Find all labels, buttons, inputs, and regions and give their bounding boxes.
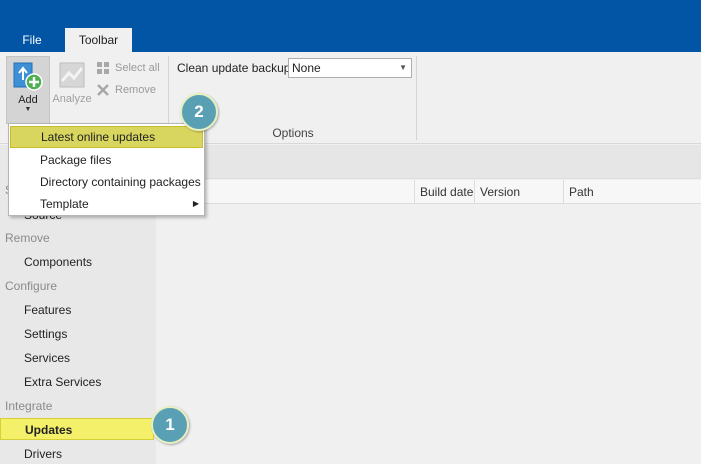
sidebar-item-features[interactable]: Features [0, 299, 156, 321]
table-header: queue Build date Version Path [156, 180, 701, 204]
column-header-build-date[interactable]: Build date [415, 180, 475, 204]
sidebar-section-configure: Configure [5, 279, 58, 293]
chevron-down-icon: ▼ [24, 106, 32, 113]
select-all-label: Select all [115, 62, 160, 74]
menu-item-directory-containing-packages[interactable]: Directory containing packages [10, 171, 203, 193]
x-icon [96, 83, 110, 97]
column-header-version[interactable]: Version [475, 180, 564, 204]
sidebar-item-extra-services[interactable]: Extra Services [0, 371, 156, 393]
tab-file[interactable]: File [10, 28, 54, 52]
column-header-path[interactable]: Path [564, 180, 701, 204]
update-list[interactable] [156, 205, 701, 464]
main-toolbar-strip [156, 145, 701, 179]
clean-update-backup-label: Clean update backup [177, 61, 291, 75]
clean-update-backup-select[interactable]: None ▼ [288, 58, 412, 78]
chevron-down-icon: ▼ [399, 63, 407, 72]
sidebar-section-remove: Remove [5, 231, 50, 245]
sidebar-item-settings[interactable]: Settings [0, 323, 156, 345]
step-callout-1: 1 [151, 406, 189, 444]
add-dropdown-menu: Latest online updates Package files Dire… [8, 123, 205, 216]
menu-item-package-files[interactable]: Package files [10, 149, 203, 171]
backup-select-value: None [292, 61, 321, 75]
menu-item-latest-online-updates[interactable]: Latest online updates [10, 126, 203, 148]
add-button[interactable]: Add ▼ [6, 56, 50, 124]
analyze-chart-icon [56, 59, 88, 91]
remove-label: Remove [115, 84, 156, 96]
analyze-button[interactable]: Analyze [52, 56, 92, 112]
main-panel: queue Build date Version Path [156, 145, 701, 464]
remove-button[interactable]: Remove [96, 81, 156, 99]
sidebar-item-updates[interactable]: Updates [0, 418, 154, 440]
title-bar: File Toolbar [0, 0, 701, 52]
tab-toolbar[interactable]: Toolbar [65, 28, 132, 52]
menu-item-template[interactable]: Template ▶ [10, 193, 203, 215]
sidebar-section-integrate: Integrate [5, 399, 53, 413]
grid-icon [96, 61, 110, 75]
sidebar-item-components[interactable]: Components [0, 251, 156, 273]
ribbon-separator [416, 56, 417, 140]
chevron-right-icon: ▶ [192, 199, 199, 208]
sidebar-item-drivers[interactable]: Drivers [0, 443, 156, 464]
select-all-button[interactable]: Select all [96, 59, 160, 77]
menu-item-template-label: Template [40, 197, 89, 211]
options-group-label: Options [272, 126, 314, 140]
sidebar-item-services[interactable]: Services [0, 347, 156, 369]
add-button-label: Add [18, 94, 38, 106]
analyze-button-label: Analyze [52, 93, 92, 105]
step-callout-2: 2 [180, 93, 218, 131]
add-package-icon [12, 60, 44, 92]
